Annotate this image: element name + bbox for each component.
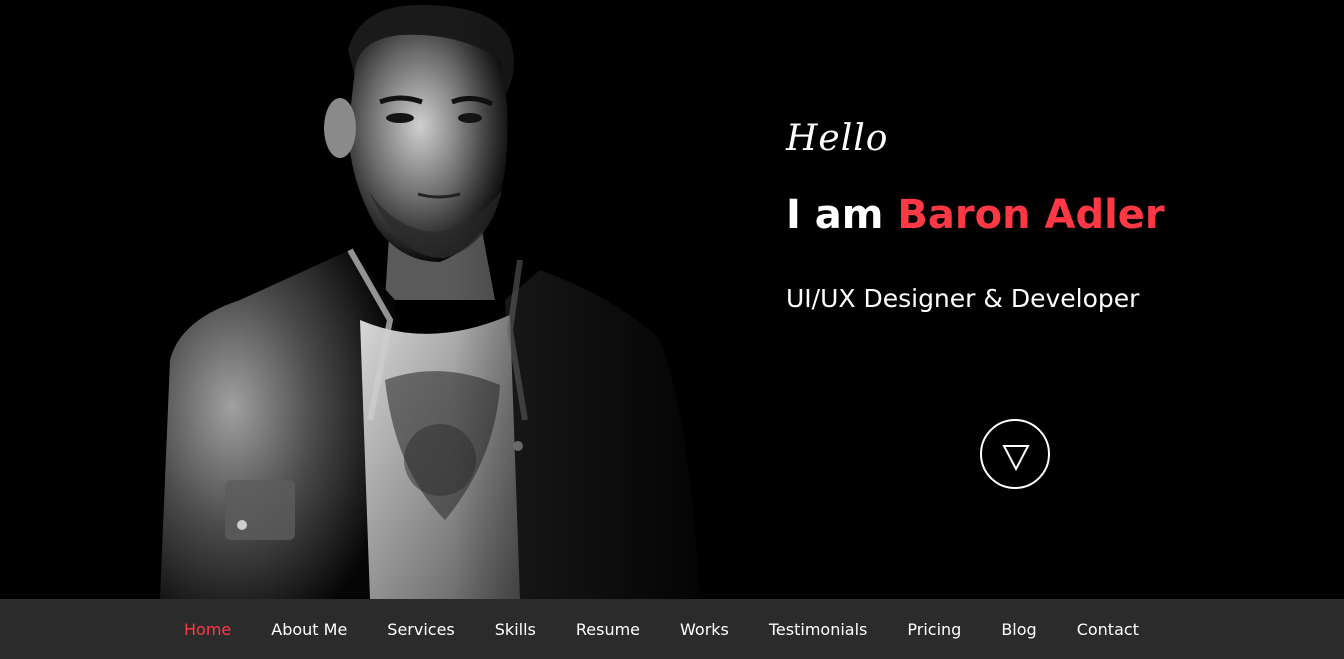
main-navbar: Home About Me Services Skills Resume Wor… xyxy=(0,599,1344,659)
greeting-text: Hello xyxy=(786,118,889,159)
nav-item-services[interactable]: Services xyxy=(367,620,474,639)
nav-item-pricing[interactable]: Pricing xyxy=(887,620,981,639)
role-subtitle: UI/UX Designer & Developer xyxy=(786,284,1140,313)
nav-item-skills[interactable]: Skills xyxy=(475,620,556,639)
nav-item-testimonials[interactable]: Testimonials xyxy=(749,620,888,639)
nav-item-works[interactable]: Works xyxy=(660,620,749,639)
nav-list: Home About Me Services Skills Resume Wor… xyxy=(164,599,1159,659)
nav-item-contact[interactable]: Contact xyxy=(1057,620,1159,639)
intro-heading: I am Baron Adler xyxy=(786,192,1165,238)
nav-item-about-me[interactable]: About Me xyxy=(251,620,367,639)
person-name: Baron Adler xyxy=(897,192,1165,238)
triangle-down-icon xyxy=(1002,445,1030,472)
hero-section: Hello I am Baron Adler UI/UX Designer & … xyxy=(0,0,1344,599)
scroll-down-button[interactable] xyxy=(980,419,1050,489)
intro-prefix: I am xyxy=(786,192,898,238)
nav-item-resume[interactable]: Resume xyxy=(556,620,660,639)
nav-item-blog[interactable]: Blog xyxy=(981,620,1056,639)
nav-item-home[interactable]: Home xyxy=(164,620,251,639)
portrait-image xyxy=(100,0,740,599)
